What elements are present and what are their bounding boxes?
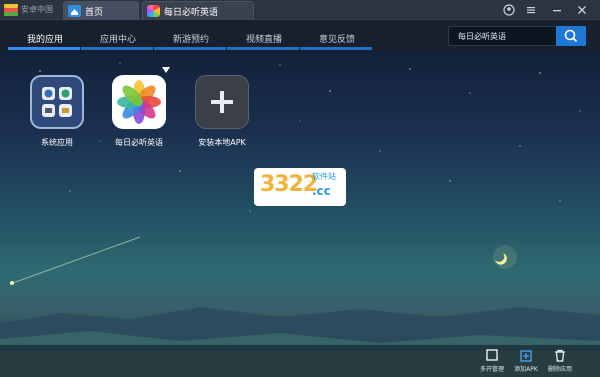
nav-label: 我的应用: [26, 35, 63, 45]
watermark-suffix: .cc: [312, 184, 331, 198]
nav-indicator: [300, 47, 372, 50]
tab-app[interactable]: 每日必听英语: [142, 1, 254, 20]
site-watermark: 3322 软件站 .cc: [254, 168, 346, 206]
nav-label: 新游预约: [172, 35, 209, 45]
app-name: 安卓中国: [21, 5, 53, 14]
nav-label: 视频直播: [245, 35, 282, 45]
nav-label: 意见反馈: [318, 35, 355, 45]
tab-home[interactable]: 首页: [63, 1, 139, 20]
night-sky-background: [0, 62, 600, 377]
watermark-digits: 3322: [260, 172, 318, 197]
nav-indicator: [227, 47, 299, 50]
dropdown-indicator-icon: [162, 67, 170, 73]
nav-item-app-center[interactable]: 应用中心: [81, 21, 155, 51]
nav-item-my-apps[interactable]: 我的应用: [8, 21, 82, 51]
close-icon[interactable]: [575, 3, 589, 17]
search-icon: [564, 29, 578, 43]
nav-item-live-video[interactable]: 视频直播: [227, 21, 301, 51]
app-label-install-apk: 安装本地APK: [198, 138, 246, 147]
nav-indicator: [81, 47, 153, 50]
multi-window-icon: [486, 349, 498, 361]
delete-app-button[interactable]: 删除应用: [540, 349, 580, 375]
nav-indicator: [154, 47, 226, 50]
tool-label: 删除应用: [547, 366, 572, 373]
home-icon: [68, 5, 81, 17]
app-label-system: 系统应用: [41, 138, 73, 147]
add-apk-icon: [520, 350, 532, 362]
menu-icon[interactable]: [524, 3, 538, 17]
watermark-sub: 软件站: [312, 172, 336, 181]
app-tab-icon: [147, 5, 160, 17]
nav-label: 应用中心: [99, 35, 136, 45]
nav-indicator: [8, 47, 80, 50]
title-bar: 安卓中国 首页 每日必听英语: [0, 0, 600, 20]
trash-icon: [555, 349, 565, 362]
system-apps-icon[interactable]: [30, 75, 84, 129]
nav-item-new-games[interactable]: 新游预约: [154, 21, 228, 51]
tab-label: 首页: [85, 8, 104, 18]
user-icon[interactable]: [502, 3, 516, 17]
search-button[interactable]: [556, 26, 586, 46]
desktop-area: 系统应用 每日必听英语 安装本地APK 3322 软件站 .cc: [0, 51, 600, 377]
search-box[interactable]: 每日必听英语: [448, 26, 586, 46]
app-label-english: 每日必听英语: [115, 138, 163, 147]
bluestacks-logo-icon: [4, 4, 18, 16]
search-input[interactable]: 每日必听英语: [458, 31, 506, 42]
plus-icon[interactable]: [195, 75, 249, 129]
photos-flower-icon[interactable]: [112, 75, 166, 129]
tab-label: 每日必听英语: [164, 8, 219, 18]
minimize-icon[interactable]: [550, 3, 564, 17]
nav-item-feedback[interactable]: 意见反馈: [300, 21, 374, 51]
app-logo: 安卓中国: [4, 3, 59, 17]
